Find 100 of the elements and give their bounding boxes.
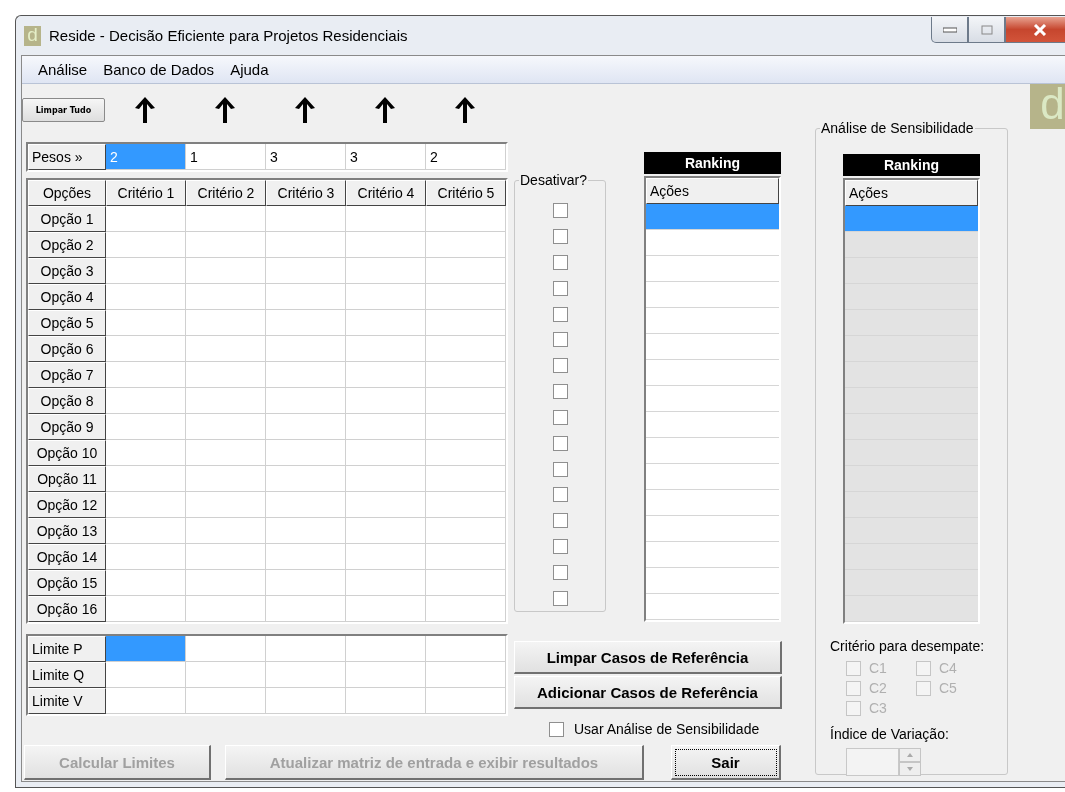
checkbox[interactable] <box>552 513 568 529</box>
checkbox[interactable] <box>552 229 568 245</box>
table-cell[interactable] <box>186 544 266 570</box>
table-cell[interactable] <box>426 596 506 622</box>
table-cell[interactable] <box>186 232 266 258</box>
table-cell[interactable] <box>106 336 186 362</box>
checkbox[interactable] <box>552 384 568 400</box>
table-cell[interactable] <box>346 206 426 232</box>
exit-button[interactable]: Sair <box>671 745 781 780</box>
table-cell[interactable] <box>426 232 506 258</box>
table-cell[interactable] <box>426 388 506 414</box>
table-cell[interactable] <box>266 544 346 570</box>
table-cell[interactable] <box>106 492 186 518</box>
spin-up-button[interactable] <box>899 748 921 762</box>
table-cell[interactable] <box>266 336 346 362</box>
table-cell[interactable] <box>266 362 346 388</box>
table-cell[interactable] <box>346 284 426 310</box>
table-cell[interactable] <box>186 310 266 336</box>
table-cell[interactable] <box>266 284 346 310</box>
table-cell[interactable] <box>106 596 186 622</box>
table-cell[interactable] <box>106 636 186 662</box>
table-cell[interactable] <box>346 310 426 336</box>
table-cell[interactable] <box>186 284 266 310</box>
reference-button[interactable]: Limpar Casos de Referência <box>514 641 782 674</box>
checkbox[interactable] <box>552 332 568 348</box>
table-cell[interactable] <box>266 206 346 232</box>
table-cell[interactable] <box>346 388 426 414</box>
checkbox[interactable] <box>552 409 568 425</box>
table-cell[interactable] <box>346 518 426 544</box>
table-cell[interactable] <box>106 440 186 466</box>
table-cell[interactable] <box>186 596 266 622</box>
table-cell[interactable] <box>346 570 426 596</box>
maximize-button[interactable] <box>968 17 1005 43</box>
table-cell[interactable] <box>106 310 186 336</box>
checkbox[interactable] <box>552 306 568 322</box>
close-button[interactable] <box>1005 17 1065 43</box>
table-cell[interactable] <box>186 518 266 544</box>
table-cell[interactable] <box>426 518 506 544</box>
weight-cell[interactable]: 1 <box>186 144 266 170</box>
table-cell[interactable] <box>266 258 346 284</box>
weight-cell[interactable]: 3 <box>266 144 346 170</box>
checkbox[interactable] <box>552 461 568 477</box>
table-cell[interactable] <box>346 362 426 388</box>
table-cell[interactable] <box>266 414 346 440</box>
table-cell[interactable] <box>106 388 186 414</box>
checkbox[interactable] <box>552 487 568 503</box>
table-cell[interactable] <box>106 570 186 596</box>
checkbox[interactable] <box>552 590 568 606</box>
table-cell[interactable] <box>266 518 346 544</box>
table-cell[interactable] <box>186 414 266 440</box>
table-cell[interactable] <box>346 492 426 518</box>
spin-down-button[interactable] <box>899 762 921 776</box>
table-cell[interactable] <box>266 662 346 688</box>
table-cell[interactable] <box>346 636 426 662</box>
table-cell[interactable] <box>426 362 506 388</box>
table-cell[interactable] <box>106 284 186 310</box>
table-cell[interactable] <box>266 440 346 466</box>
table-cell[interactable] <box>106 688 186 714</box>
reference-button[interactable]: Adicionar Casos de Referência <box>514 676 782 709</box>
table-cell[interactable] <box>346 258 426 284</box>
clear-all-button[interactable]: Limpar Tudo <box>22 98 105 122</box>
table-cell[interactable] <box>106 518 186 544</box>
table-cell[interactable] <box>106 362 186 388</box>
table-cell[interactable] <box>426 492 506 518</box>
table-cell[interactable] <box>106 544 186 570</box>
table-cell[interactable] <box>426 336 506 362</box>
table-cell[interactable] <box>266 688 346 714</box>
menu-item[interactable]: Análise <box>32 61 94 78</box>
table-cell[interactable] <box>106 206 186 232</box>
list-row[interactable] <box>646 204 779 230</box>
table-cell[interactable] <box>346 662 426 688</box>
table-cell[interactable] <box>186 466 266 492</box>
table-cell[interactable] <box>426 662 506 688</box>
table-cell[interactable] <box>346 440 426 466</box>
table-cell[interactable] <box>266 596 346 622</box>
table-cell[interactable] <box>266 310 346 336</box>
table-cell[interactable] <box>186 206 266 232</box>
table-cell[interactable] <box>186 636 266 662</box>
table-cell[interactable] <box>186 440 266 466</box>
table-cell[interactable] <box>186 492 266 518</box>
table-cell[interactable] <box>106 662 186 688</box>
table-cell[interactable] <box>426 636 506 662</box>
table-cell[interactable] <box>186 662 266 688</box>
table-cell[interactable] <box>266 492 346 518</box>
table-cell[interactable] <box>346 336 426 362</box>
table-cell[interactable] <box>106 414 186 440</box>
table-cell[interactable] <box>106 258 186 284</box>
table-cell[interactable] <box>426 284 506 310</box>
checkbox[interactable] <box>552 538 568 554</box>
table-cell[interactable] <box>426 544 506 570</box>
table-cell[interactable] <box>106 232 186 258</box>
table-cell[interactable] <box>186 388 266 414</box>
table-cell[interactable] <box>346 544 426 570</box>
table-cell[interactable] <box>346 688 426 714</box>
table-cell[interactable] <box>186 688 266 714</box>
weight-cell[interactable]: 2 <box>426 144 506 170</box>
checkbox[interactable] <box>552 203 568 219</box>
minimize-button[interactable] <box>931 17 968 43</box>
checkbox[interactable] <box>552 358 568 374</box>
table-cell[interactable] <box>426 466 506 492</box>
